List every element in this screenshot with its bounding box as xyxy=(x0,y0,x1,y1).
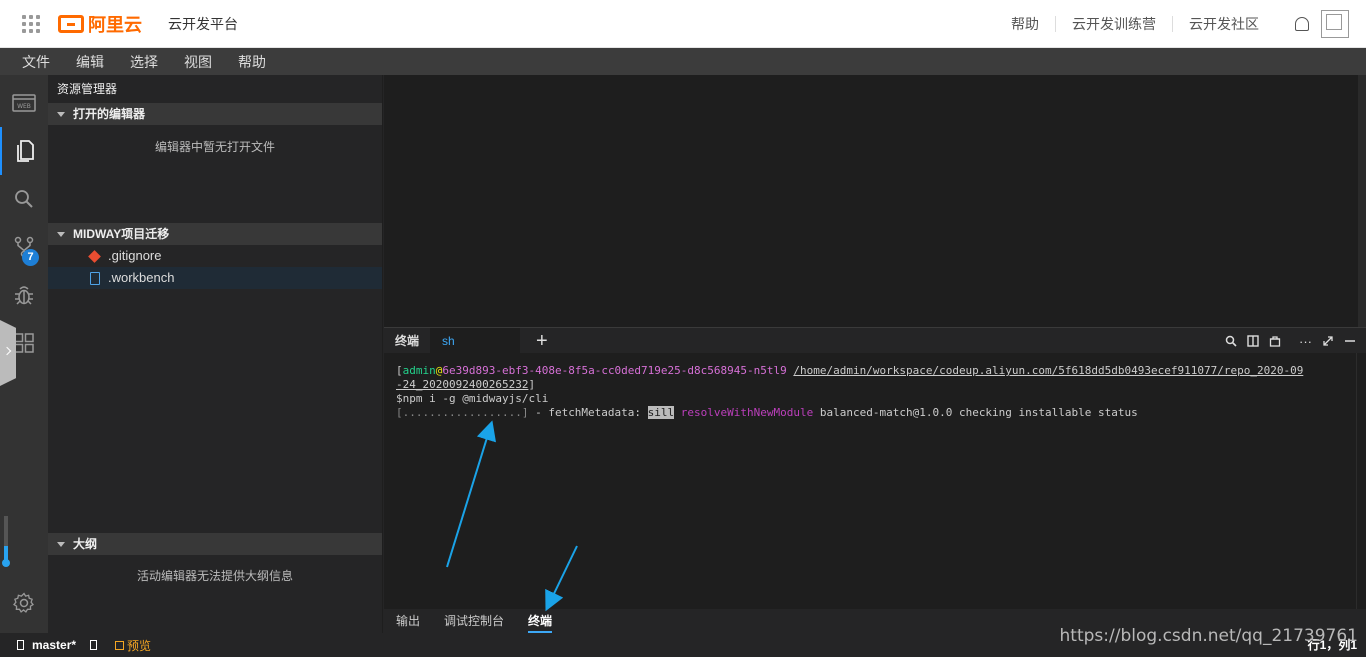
split-terminal-icon[interactable] xyxy=(1247,335,1259,347)
terminal-progress-line: [..................] - fetchMetadata: si… xyxy=(396,406,1366,420)
activity-bar: WEB 7 xyxy=(0,75,48,633)
file-workbench[interactable]: .workbench xyxy=(48,267,382,289)
preview-label: 预览 xyxy=(127,638,152,653)
gear-icon xyxy=(13,592,34,613)
explorer-sidebar: 资源管理器 打开的编辑器 编辑器中暂无打开文件 MIDWAY项目迁移 .giti… xyxy=(48,75,383,633)
prompt-path-cont[interactable]: -24_2020092400265232 xyxy=(396,378,528,391)
bug-icon xyxy=(15,286,33,305)
menu-bar: 文件 编辑 选择 视图 帮助 xyxy=(0,48,1366,75)
tab-output[interactable]: 输出 xyxy=(384,609,432,633)
search-icon xyxy=(15,190,33,208)
prompt-host: 6e39d893-ebf3-408e-8f5a-cc0ded719e25-d8c… xyxy=(442,364,787,377)
file-gitignore[interactable]: .gitignore xyxy=(48,245,382,267)
progress-dots: [..................] xyxy=(396,406,529,419)
file-name: .gitignore xyxy=(108,248,162,263)
external-link-icon xyxy=(115,640,125,650)
activity-debug[interactable] xyxy=(0,271,48,319)
menu-help[interactable]: 帮助 xyxy=(225,52,279,72)
outline-empty: 活动编辑器无法提供大纲信息 xyxy=(136,569,293,583)
tab-sh[interactable]: sh xyxy=(430,327,521,354)
notification-bell-icon[interactable] xyxy=(1295,17,1309,31)
activity-search[interactable] xyxy=(0,175,48,223)
prompt-bracket-close: ] xyxy=(528,378,536,391)
collapse-triangle-icon xyxy=(57,231,65,237)
platform-title: 云开发平台 xyxy=(168,15,238,32)
new-terminal-icon[interactable]: + xyxy=(536,331,548,351)
logo-text: 阿里云 xyxy=(88,14,142,35)
terminal-tab-bar: 终端 sh + ··· xyxy=(384,327,1366,354)
terminal-prompt-line-2: -24_2020092400265232] xyxy=(396,378,1366,392)
log-level-sill: sill xyxy=(647,406,675,419)
branch-icon xyxy=(17,640,24,650)
svg-text:WEB: WEB xyxy=(17,103,31,110)
extensions-icon xyxy=(14,333,34,353)
training-camp-link[interactable]: 云开发训练营 xyxy=(1056,16,1173,32)
terminal-output[interactable]: [admin@6e39d893-ebf3-408e-8f5a-cc0ded719… xyxy=(384,353,1366,609)
top-header: 阿里云 云开发平台 帮助 云开发训练营 云开发社区 xyxy=(0,0,1366,48)
files-icon xyxy=(17,140,34,162)
terminal-scrollbar[interactable] xyxy=(1356,353,1366,609)
side-expand-handle[interactable] xyxy=(0,320,16,386)
more-actions-icon[interactable]: ··· xyxy=(1299,334,1312,349)
open-editors-empty: 编辑器中暂无打开文件 xyxy=(154,140,275,154)
maximize-panel-icon[interactable] xyxy=(1322,335,1334,347)
terminal-label: 终端 xyxy=(395,333,420,348)
terminal-command-line: $npm i -g @midwayjs/cli xyxy=(396,392,549,405)
resolve-label: resolveWithNewModule xyxy=(680,406,814,419)
file-name: .workbench xyxy=(108,270,175,285)
activity-web-preview[interactable]: WEB xyxy=(0,79,48,127)
browser-icon: WEB xyxy=(12,94,36,112)
community-link[interactable]: 云开发社区 xyxy=(1173,16,1275,32)
project-header[interactable]: MIDWAY项目迁移 xyxy=(48,223,382,245)
minimize-panel-icon[interactable] xyxy=(1344,335,1356,347)
help-link[interactable]: 帮助 xyxy=(995,16,1056,32)
activity-explorer[interactable] xyxy=(0,127,48,175)
search-icon[interactable] xyxy=(1225,335,1237,347)
editor-area[interactable] xyxy=(384,75,1366,327)
sync-icon[interactable] xyxy=(90,640,98,650)
prompt-user: admin xyxy=(402,364,436,377)
progress-text: - fetchMetadata: xyxy=(528,406,648,419)
status-text: balanced-match@1.0.0 checking installabl… xyxy=(813,406,1138,419)
menu-view[interactable]: 视图 xyxy=(171,52,225,72)
outline-header[interactable]: 大纲 xyxy=(48,533,382,555)
collapse-triangle-icon xyxy=(57,541,65,547)
open-editors-label: 打开的编辑器 xyxy=(73,107,146,121)
menu-edit[interactable]: 编辑 xyxy=(63,52,117,72)
explorer-spacer xyxy=(48,289,382,533)
editor-scrollbar[interactable] xyxy=(1358,75,1366,327)
explorer-title: 资源管理器 xyxy=(57,82,118,96)
preview-button[interactable]: 预览 xyxy=(115,637,151,654)
zoom-slider[interactable] xyxy=(2,516,10,567)
terminal-prompt-line: [admin@6e39d893-ebf3-408e-8f5a-cc0ded719… xyxy=(396,364,1366,378)
activity-settings[interactable] xyxy=(0,579,48,627)
document-icon xyxy=(90,271,100,285)
collapse-triangle-icon xyxy=(57,111,65,117)
tab-terminal[interactable]: 终端 xyxy=(516,609,564,633)
scm-count-badge: 7 xyxy=(22,249,39,266)
watermark-text: https://blog.csdn.net/qq_21739761 xyxy=(1059,626,1358,646)
menu-file[interactable]: 文件 xyxy=(9,52,63,72)
user-avatar[interactable] xyxy=(1321,10,1349,38)
menu-selection[interactable]: 选择 xyxy=(117,52,171,72)
aliyun-logo-icon xyxy=(58,14,84,33)
prompt-path[interactable]: /home/admin/workspace/codeup.aliyun.com/… xyxy=(793,364,1303,377)
apps-grid-icon[interactable] xyxy=(22,14,40,33)
kill-terminal-icon[interactable] xyxy=(1269,335,1281,347)
git-branch[interactable]: master* xyxy=(32,638,76,652)
tab-debug-console[interactable]: 调试控制台 xyxy=(432,609,516,633)
outline-label: 大纲 xyxy=(73,537,98,551)
prompt-bracket: [ xyxy=(396,364,403,377)
aliyun-logo[interactable]: 阿里云 xyxy=(58,11,142,37)
git-file-icon xyxy=(88,249,101,263)
project-label: MIDWAY项目迁移 xyxy=(73,227,170,241)
open-editors-header[interactable]: 打开的编辑器 xyxy=(48,103,382,125)
